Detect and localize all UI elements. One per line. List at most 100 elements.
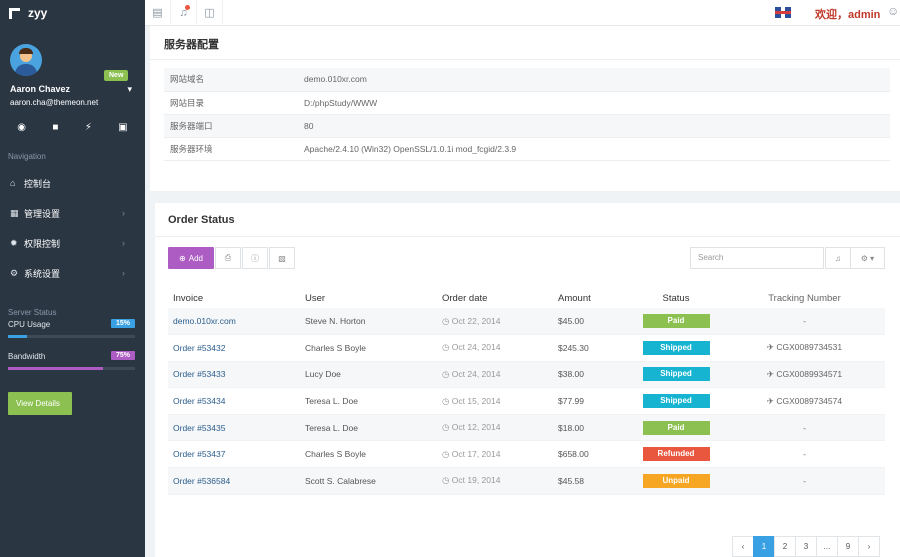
settings-dropdown-button[interactable]: ⚙ ▾: [850, 247, 885, 269]
invoice-link[interactable]: Order #536584: [168, 467, 300, 495]
chat-icon[interactable]: ■: [52, 122, 58, 134]
user-menu-icon[interactable]: ☺: [887, 4, 900, 20]
order-amount: $45.00: [553, 308, 628, 336]
brand-logo-icon: [9, 7, 20, 19]
order-date: Oct 17, 2014: [451, 448, 501, 459]
invoice-link[interactable]: Order #53433: [168, 361, 300, 389]
user-icon[interactable]: ◉: [17, 122, 26, 134]
layout-icon[interactable]: ◫: [197, 0, 223, 26]
new-badge: New: [104, 70, 129, 81]
config-key: 服务器端口: [164, 114, 304, 138]
config-key: 服务器环境: [164, 137, 304, 161]
nav-item-management[interactable]: ▦ 管理设置 ›: [0, 198, 145, 228]
view-details-button[interactable]: View Details: [8, 392, 72, 415]
status-cell: Paid: [628, 308, 724, 336]
status-cell: Shipped: [628, 361, 724, 389]
page-button[interactable]: 9: [837, 536, 859, 557]
bolt-icon[interactable]: ⚡: [85, 122, 92, 134]
tracking-cell: ✈ CGX0089734531: [724, 334, 885, 362]
config-row: 服务器环境 Apache/2.4.10 (Win32) OpenSSL/1.0.…: [164, 137, 890, 161]
col-invoice[interactable]: Invoice: [168, 289, 300, 308]
caret-down-icon: ▾: [127, 84, 132, 94]
page-button[interactable]: 3: [795, 536, 817, 557]
order-date-cell: ◷ Oct 24, 2014: [437, 361, 553, 389]
invoice-link[interactable]: Order #53434: [168, 387, 300, 415]
profile-email: aaron.cha@themeon.net: [10, 98, 99, 107]
config-value: Apache/2.4.10 (Win32) OpenSSL/1.0.1i mod…: [304, 137, 890, 161]
order-row: Order #536584 Scott S. Calabrese ◷ Oct 1…: [168, 467, 885, 495]
nav-item-system[interactable]: ⚙ 系统设置 ›: [0, 258, 145, 288]
nav-item-dashboard[interactable]: ⌂ 控制台: [0, 168, 145, 198]
profile-name-toggle[interactable]: Aaron Chavez ▾: [10, 84, 132, 95]
plane-icon: ✈: [766, 368, 777, 379]
status-badge: Paid: [642, 314, 710, 329]
status-badge: Shipped: [642, 394, 710, 409]
nav-item-permissions[interactable]: ✹ 权限控制 ›: [0, 228, 145, 258]
order-row: demo.010xr.com Steve N. Horton ◷ Oct 22,…: [168, 308, 885, 336]
avatar[interactable]: [10, 44, 42, 76]
chevron-right-icon: ›: [122, 208, 125, 218]
lock-icon[interactable]: ▣: [118, 122, 127, 134]
status-badge: Shipped: [642, 340, 710, 355]
add-label: Add: [188, 253, 203, 263]
bell-icon[interactable]: ♫: [171, 0, 197, 26]
menu-toggle-icon[interactable]: ▤: [145, 0, 171, 26]
page-button[interactable]: 2: [774, 536, 796, 557]
col-tracking[interactable]: Tracking Number: [724, 289, 885, 308]
order-date: Oct 22, 2014: [451, 315, 501, 326]
tracking-cell: ✈ CGX0089734574: [724, 387, 885, 415]
tracking-number: CGX0089734531: [776, 342, 843, 353]
order-row: Order #53435 Teresa L. Doe ◷ Oct 12, 201…: [168, 414, 885, 442]
cpu-usage-label: CPU Usage: [8, 320, 51, 329]
cpu-usage-fill: [8, 335, 28, 338]
quick-icons: ◉ ■ ⚡ ▣: [0, 116, 145, 140]
info-button[interactable]: ⓘ: [242, 247, 268, 269]
invoice-link[interactable]: Order #53437: [168, 440, 300, 469]
bandwidth-row: Bandwidth 75%: [8, 351, 135, 365]
chevron-right-icon: ›: [122, 268, 125, 278]
cpu-usage-bar: [8, 335, 135, 338]
print-icon: ⎙: [224, 253, 232, 262]
invoice-link[interactable]: Order #53432: [168, 334, 300, 362]
invoice-link[interactable]: Order #53435: [168, 414, 300, 442]
page-button[interactable]: ...: [816, 536, 838, 557]
profile: New Aaron Chavez ▾ aaron.cha@themeon.net: [0, 26, 145, 116]
col-date[interactable]: Order date: [437, 289, 553, 308]
plane-icon: ✈: [766, 342, 777, 353]
nav-item-label: 管理设置: [24, 208, 61, 219]
tracking-number: CGX0089734574: [776, 395, 843, 406]
status-cell: Paid: [628, 414, 724, 442]
status-badge: Paid: [642, 420, 710, 435]
order-amount: $18.00: [553, 414, 628, 442]
sidebar: zyy New Aaron Chavez ▾ aaron.cha@themeon…: [0, 0, 145, 557]
status-cell: Unpaid: [628, 467, 724, 495]
flag-uk-icon[interactable]: [775, 7, 791, 18]
info-icon: ⓘ: [251, 253, 259, 263]
order-amount: $245.30: [553, 334, 628, 362]
col-status[interactable]: Status: [628, 289, 724, 308]
plane-icon: ✈: [766, 395, 777, 406]
invoice-link[interactable]: demo.010xr.com: [168, 308, 300, 336]
topbar: ▤ ♫ ◫ 欢迎，admin ☺: [145, 0, 900, 26]
page-prev-button[interactable]: ‹: [732, 536, 754, 557]
brand[interactable]: zyy: [0, 0, 145, 26]
orders-header-row: Invoice User Order date Amount Status Tr…: [168, 289, 885, 308]
search-input[interactable]: Search: [690, 247, 824, 269]
delete-button[interactable]: ▧: [269, 247, 295, 269]
config-row: 服务器端口 80: [164, 114, 890, 138]
welcome-text[interactable]: 欢迎，admin: [815, 6, 880, 22]
col-user[interactable]: User: [300, 289, 437, 308]
config-value: demo.010xr.com: [304, 68, 890, 92]
print-button[interactable]: ⎙: [215, 247, 241, 269]
bandwidth-bar: [8, 367, 135, 370]
page-next-button[interactable]: ›: [858, 536, 880, 557]
bandwidth-fill: [8, 367, 104, 370]
add-button[interactable]: ⊕ Add: [168, 247, 214, 269]
plus-circle-icon: ⊕: [179, 253, 186, 263]
notify-button[interactable]: ♫: [825, 247, 851, 269]
order-row: Order #53437 Charles S Boyle ◷ Oct 17, 2…: [168, 440, 885, 469]
order-user: Lucy Doe: [300, 361, 437, 389]
page-button[interactable]: 1: [753, 536, 775, 557]
order-date-cell: ◷ Oct 22, 2014: [437, 308, 553, 336]
col-amount[interactable]: Amount: [553, 289, 628, 308]
